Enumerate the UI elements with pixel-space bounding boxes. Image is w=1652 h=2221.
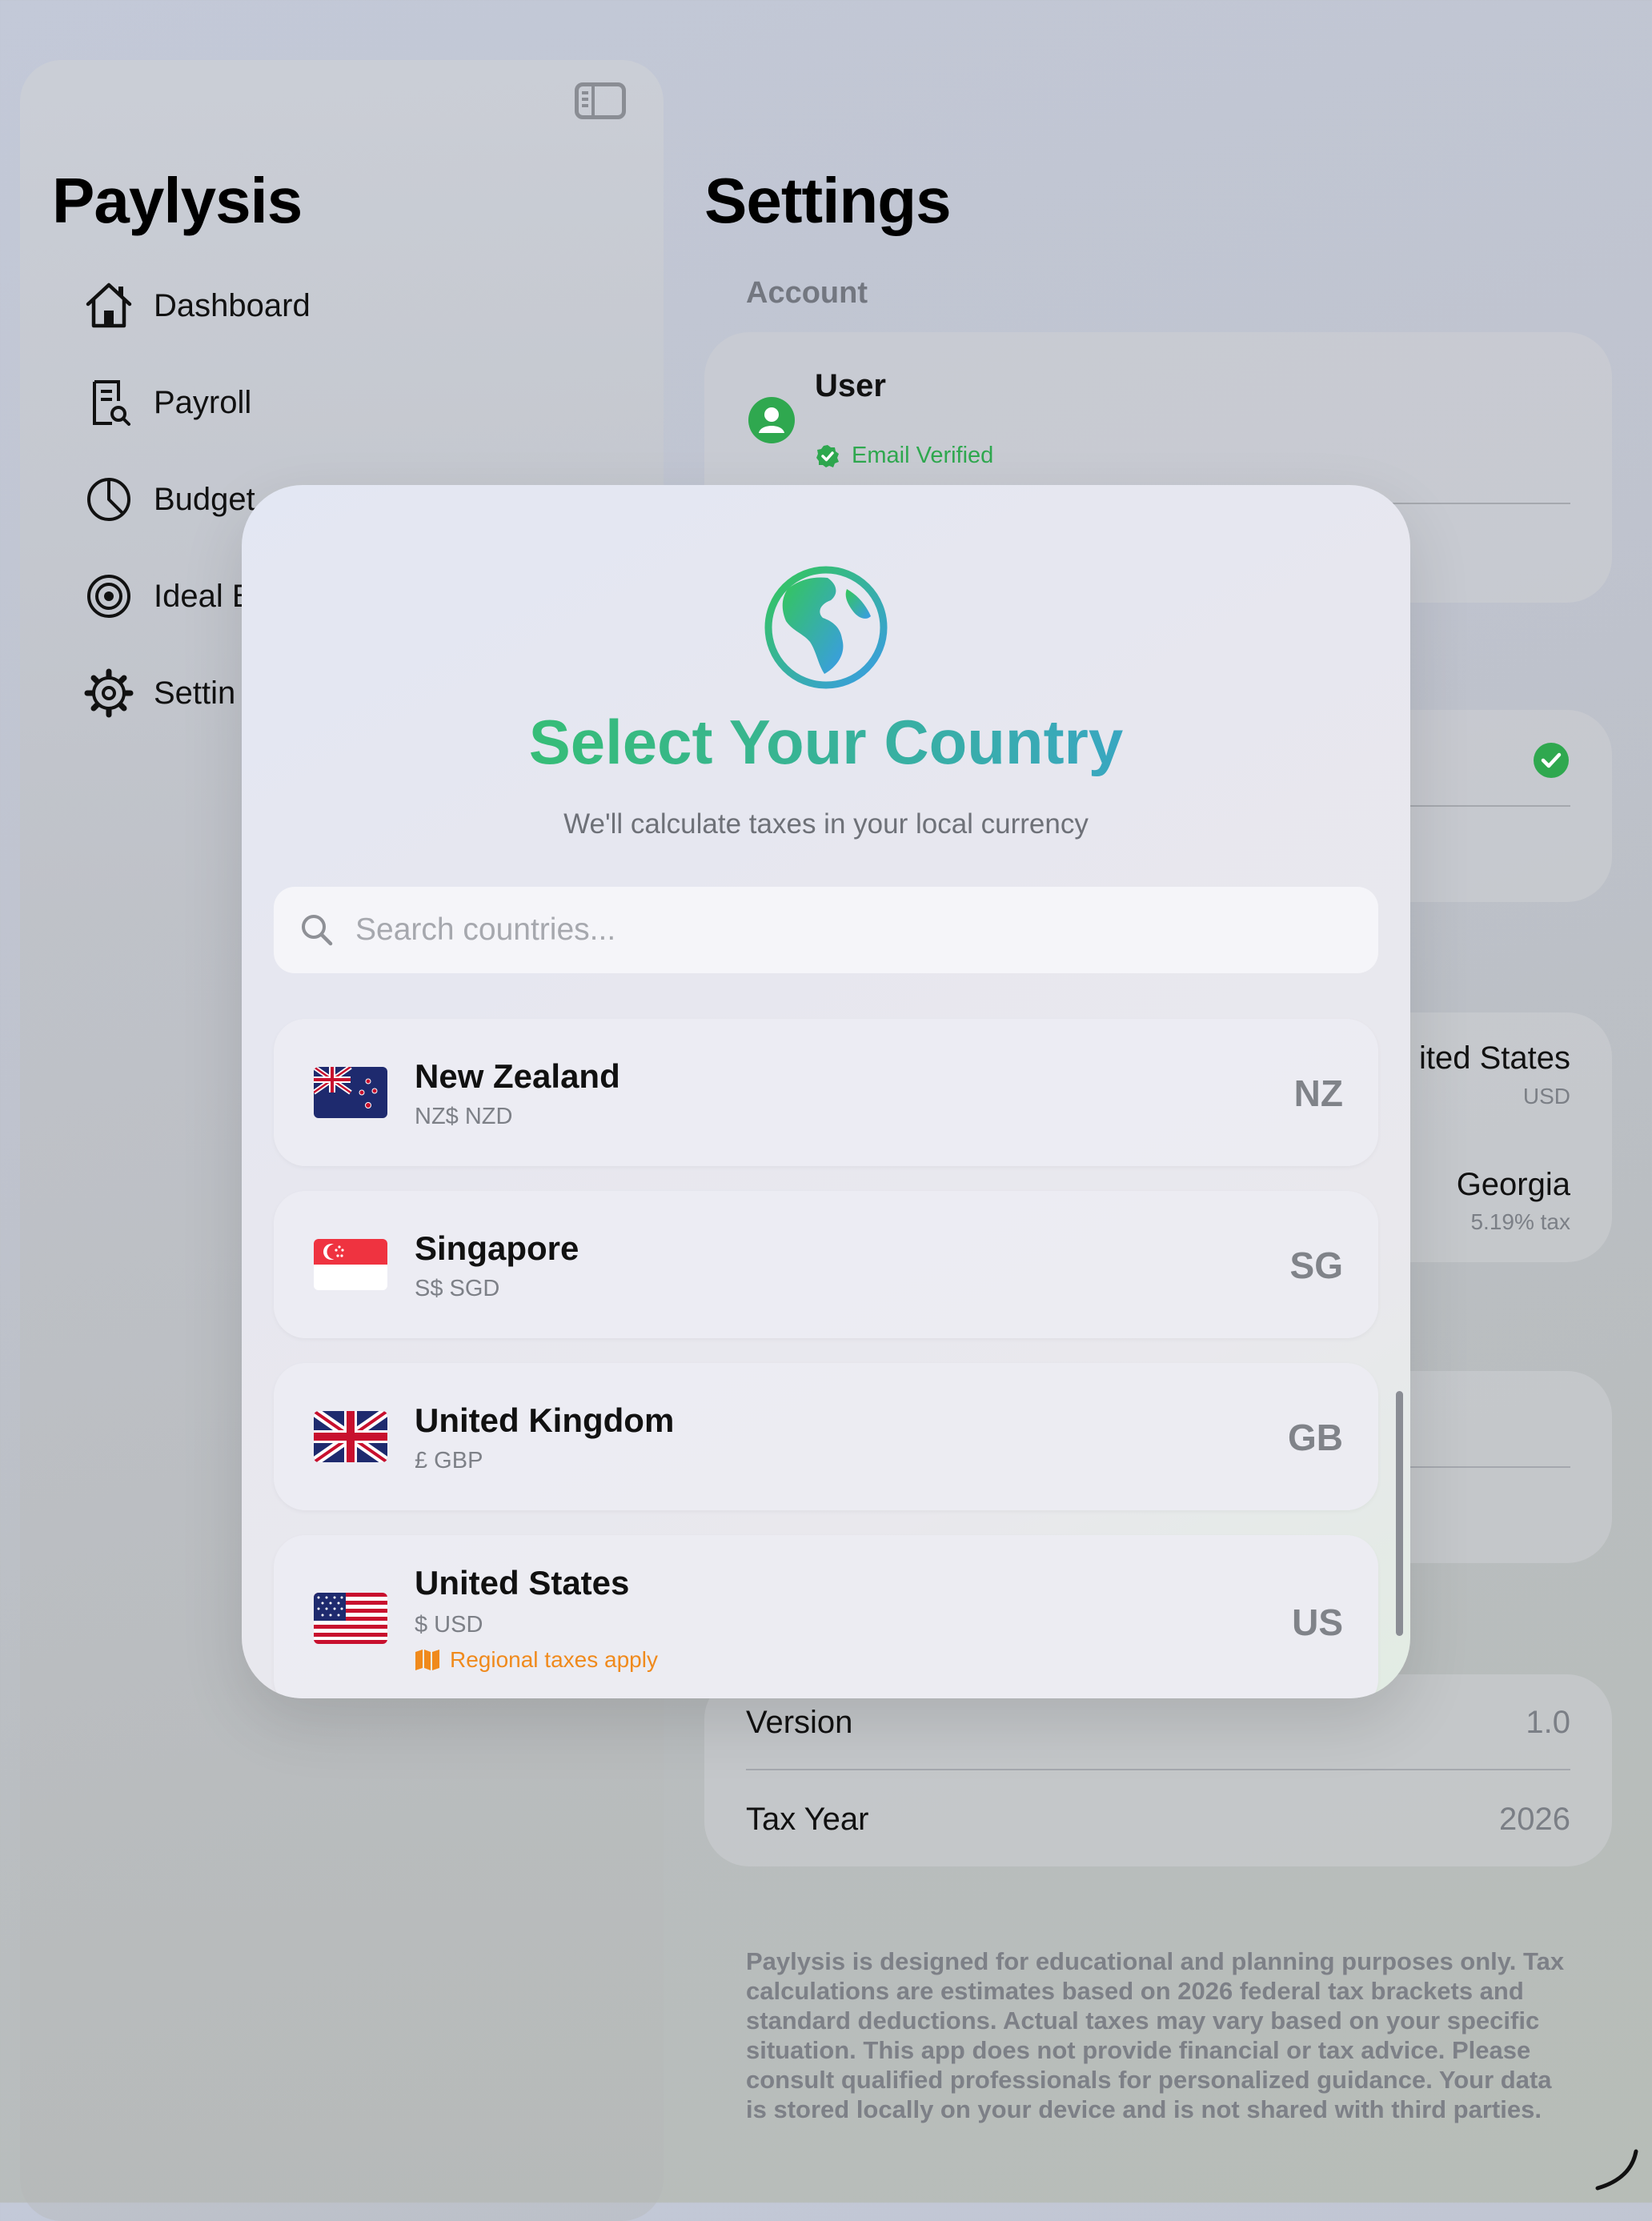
house-icon bbox=[80, 277, 138, 335]
scrollbar[interactable] bbox=[1396, 1391, 1403, 1636]
tax-year-label: Tax Year bbox=[746, 1802, 869, 1837]
sidebar-item-label: Payroll bbox=[154, 384, 252, 420]
country-row-nz[interactable]: New Zealand NZ$ NZD NZ bbox=[274, 1019, 1378, 1166]
loading-spinner-icon bbox=[1595, 2149, 1638, 2191]
country-currency: $ USD bbox=[415, 1612, 483, 1638]
regional-tax-note: Regional taxes apply bbox=[415, 1647, 658, 1673]
app-title: Paylysis bbox=[52, 165, 303, 236]
country-currency: S$ SGD bbox=[415, 1276, 500, 1301]
sidebar-item-budget[interactable]: Budget bbox=[80, 467, 255, 531]
email-status-badge: Email Verified bbox=[815, 443, 993, 469]
country-name: Singapore bbox=[415, 1229, 579, 1267]
version-value: 1.0 bbox=[1526, 1705, 1570, 1740]
country-row-sg[interactable]: Singapore S$ SGD SG bbox=[274, 1191, 1378, 1338]
country-name: United Kingdom bbox=[415, 1401, 675, 1439]
checkmark-icon bbox=[1534, 743, 1569, 778]
user-avatar-icon bbox=[748, 397, 795, 443]
flag-gb-icon bbox=[314, 1411, 387, 1462]
target-icon bbox=[80, 567, 138, 625]
country-code: GB bbox=[1288, 1417, 1343, 1458]
pie-chart-icon bbox=[80, 471, 138, 528]
country-name: United States bbox=[415, 1564, 630, 1602]
sheet-subtitle: We'll calculate taxes in your local curr… bbox=[563, 808, 1089, 840]
sidebar-item-label: Dashboard bbox=[154, 287, 311, 323]
sidebar-item-settings[interactable]: Settin bbox=[80, 661, 235, 725]
country-value[interactable]: ited States bbox=[1419, 1040, 1570, 1076]
search-input[interactable] bbox=[354, 912, 1317, 948]
sidebar-item-label: Budget bbox=[154, 481, 255, 517]
country-currency: £ GBP bbox=[415, 1448, 483, 1473]
flag-us-icon bbox=[314, 1593, 387, 1644]
sheet-title: Select Your Country bbox=[242, 706, 1410, 779]
receipt-search-icon bbox=[80, 374, 138, 431]
sidebar-item-ideal[interactable]: Ideal B bbox=[80, 564, 254, 628]
sidebar-item-label: Ideal B bbox=[154, 578, 254, 614]
country-code: NZ bbox=[1293, 1072, 1343, 1114]
state-value[interactable]: Georgia bbox=[1457, 1167, 1570, 1203]
search-bar[interactable] bbox=[274, 887, 1378, 973]
sidebar-item-label: Settin bbox=[154, 675, 236, 711]
page-title: Settings bbox=[704, 165, 952, 236]
country-row-us[interactable]: United States $ USD Regional taxes apply… bbox=[274, 1535, 1378, 1698]
user-name[interactable]: User bbox=[815, 368, 886, 404]
country-picker-sheet: Select Your Country We'll calculate taxe… bbox=[242, 485, 1410, 1698]
disclaimer-text: Paylysis is designed for educational and… bbox=[746, 1947, 1565, 2123]
sidebar-item-payroll[interactable]: Payroll bbox=[80, 371, 251, 435]
sidebar-toggle-icon[interactable] bbox=[575, 82, 626, 119]
globe-icon bbox=[764, 566, 888, 689]
country-name: New Zealand bbox=[415, 1057, 620, 1095]
country-row-gb[interactable]: United Kingdom £ GBP GB bbox=[274, 1363, 1378, 1510]
country-code: SG bbox=[1289, 1245, 1343, 1286]
flag-nz-icon bbox=[314, 1067, 387, 1118]
about-card bbox=[704, 1674, 1612, 1866]
state-tax: 5.19% tax bbox=[1470, 1209, 1570, 1234]
search-icon bbox=[302, 915, 333, 946]
tax-year-value: 2026 bbox=[1499, 1802, 1570, 1837]
sidebar-item-dashboard[interactable]: Dashboard bbox=[80, 274, 311, 338]
gear-icon bbox=[80, 664, 138, 722]
verified-badge-icon bbox=[816, 444, 839, 467]
country-currency: USD bbox=[1522, 1084, 1570, 1108]
divider bbox=[746, 1769, 1570, 1770]
section-label-account: Account bbox=[746, 276, 868, 310]
country-currency: NZ$ NZD bbox=[415, 1104, 513, 1129]
flag-sg-icon bbox=[314, 1239, 387, 1290]
version-label: Version bbox=[746, 1705, 853, 1740]
country-code: US bbox=[1292, 1602, 1343, 1643]
map-icon bbox=[415, 1650, 439, 1670]
